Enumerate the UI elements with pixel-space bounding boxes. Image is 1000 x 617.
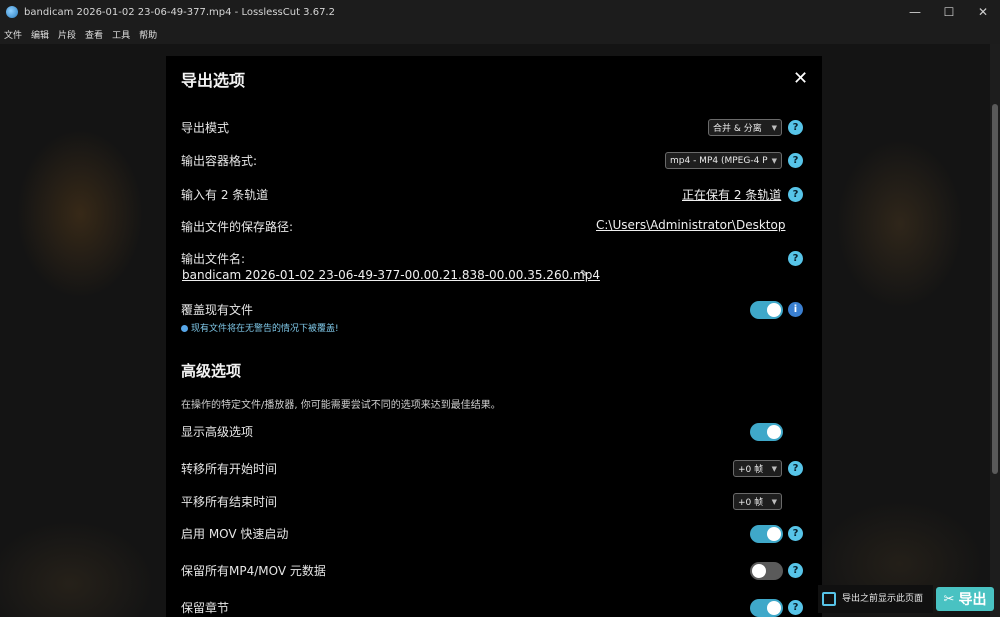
menu-edit[interactable]: 编辑: [31, 28, 49, 41]
filename-link[interactable]: bandicam 2026-01-02 23-06-49-377-00.00.2…: [182, 268, 600, 282]
toggle-knob: [767, 425, 781, 439]
show-before-export-toggle[interactable]: 导出之前显示此页面: [818, 585, 933, 613]
help-icon[interactable]: ?: [788, 563, 803, 578]
edit-icon[interactable]: ✎: [580, 269, 588, 280]
preserve-metadata-label: 保留所有MP4/MOV 元数据: [181, 564, 326, 578]
help-icon[interactable]: ?: [788, 187, 803, 202]
row-show-advanced: 显示高级选项: [181, 423, 806, 443]
menu-tools[interactable]: 工具: [112, 28, 130, 41]
toggle-knob: [767, 601, 781, 615]
info-icon[interactable]: i: [788, 302, 803, 317]
dialog-title: 导出选项: [181, 71, 246, 90]
shift-end-label: 平移所有结束时间: [181, 495, 278, 509]
chevron-down-icon: ▼: [771, 124, 777, 132]
overwrite-warning-text: 现有文件将在无警告的情况下被覆盖!: [191, 324, 339, 334]
row-mov-faststart: 启用 MOV 快速启动 ?: [181, 525, 806, 545]
container-format-label: 输出容器格式:: [181, 154, 258, 168]
shift-start-select[interactable]: +0 帧 ▼: [733, 460, 782, 477]
menu-bar: 文件 编辑 片段 查看 工具 帮助: [0, 24, 1000, 44]
row-preserve-chapters: 保留章节 ?: [181, 599, 806, 617]
preserve-chapters-toggle[interactable]: [750, 599, 783, 617]
scrollbar[interactable]: [990, 44, 1000, 617]
export-button[interactable]: ✂ 导出: [936, 587, 994, 611]
show-advanced-label: 显示高级选项: [181, 425, 254, 439]
help-icon[interactable]: ?: [788, 526, 803, 541]
row-shift-end: 平移所有结束时间 +0 帧 ▼: [181, 493, 806, 513]
toggle-knob: [752, 564, 766, 578]
advanced-options-description: 在操作的特定文件/播放器, 你可能需要尝试不同的选项来达到最佳结果。: [181, 400, 501, 411]
scrollbar-thumb[interactable]: [992, 104, 998, 474]
dialog-close-button[interactable]: ✕: [793, 68, 808, 89]
container-format-select[interactable]: mp4 - MP4 (MPEG-4 P ▼: [665, 152, 782, 169]
row-overwrite: 覆盖现有文件 i: [181, 301, 806, 321]
export-mode-value: 合并 & 分离: [713, 124, 762, 134]
show-advanced-toggle[interactable]: [750, 423, 783, 441]
menu-segments[interactable]: 片段: [58, 28, 76, 41]
toggle-knob: [767, 527, 781, 541]
toggle-knob: [767, 303, 781, 317]
calendar-icon: [822, 592, 836, 606]
shift-end-select[interactable]: +0 帧 ▼: [733, 493, 782, 510]
help-icon[interactable]: ?: [788, 153, 803, 168]
window-controls: — ☐ ✕: [898, 0, 1000, 24]
row-container-format: 输出容器格式: mp4 - MP4 (MPEG-4 P ▼ ?: [181, 152, 806, 172]
menu-view[interactable]: 查看: [85, 28, 103, 41]
overwrite-warning: 现有文件将在无警告的情况下被覆盖!: [181, 321, 339, 334]
export-button-label: 导出: [958, 592, 987, 608]
menu-file[interactable]: 文件: [4, 28, 22, 41]
overwrite-toggle[interactable]: [750, 301, 783, 319]
save-path-link[interactable]: C:\Users\Administrator\Desktop: [596, 218, 785, 232]
export-mode-select[interactable]: 合并 & 分离 ▼: [708, 119, 782, 136]
preserve-chapters-label: 保留章节: [181, 601, 230, 615]
chevron-down-icon: ▼: [771, 465, 777, 473]
row-export-mode: 导出模式 合并 & 分离 ▼ ?: [181, 119, 806, 139]
export-mode-label: 导出模式: [181, 121, 230, 135]
tracks-link[interactable]: 正在保有 2 条轨道: [682, 186, 781, 203]
container-format-value: mp4 - MP4 (MPEG-4 P: [670, 155, 768, 166]
filename-label: 输出文件名:: [181, 252, 246, 266]
export-options-dialog: 导出选项 ✕ 导出模式 合并 & 分离 ▼ ? 输出容器格式: mp4 - MP…: [166, 56, 822, 617]
minimize-button[interactable]: —: [898, 0, 932, 24]
chevron-down-icon: ▼: [771, 157, 777, 165]
help-icon[interactable]: ?: [788, 251, 803, 266]
row-tracks: 输入有 2 条轨道 正在保有 2 条轨道 ?: [181, 186, 806, 206]
shift-end-value: +0 帧: [738, 498, 764, 508]
app-icon: [6, 6, 18, 18]
window-title: bandicam 2026-01-02 23-06-49-377.mp4 - L…: [24, 6, 335, 18]
help-icon[interactable]: ?: [788, 600, 803, 615]
shift-start-label: 转移所有开始时间: [181, 462, 278, 476]
scissors-icon: ✂: [943, 591, 955, 607]
chevron-down-icon: ▼: [771, 498, 777, 506]
save-path-label: 输出文件的保存路径:: [181, 220, 294, 234]
title-bar: bandicam 2026-01-02 23-06-49-377.mp4 - L…: [0, 0, 1000, 24]
tracks-label: 输入有 2 条轨道: [181, 188, 269, 202]
mov-faststart-label: 启用 MOV 快速启动: [181, 527, 289, 541]
preserve-metadata-toggle[interactable]: [750, 562, 783, 580]
mov-faststart-toggle[interactable]: [750, 525, 783, 543]
advanced-options-title: 高级选项: [181, 362, 242, 380]
row-preserve-metadata: 保留所有MP4/MOV 元数据 ?: [181, 562, 806, 582]
show-before-export-label: 导出之前显示此页面: [842, 594, 924, 604]
shift-start-value: +0 帧: [738, 465, 764, 475]
info-dot-icon: [181, 325, 188, 332]
menu-help[interactable]: 帮助: [139, 28, 157, 41]
help-icon[interactable]: ?: [788, 461, 803, 476]
overwrite-label: 覆盖现有文件: [181, 303, 254, 317]
row-shift-start: 转移所有开始时间 +0 帧 ▼ ?: [181, 460, 806, 480]
row-save-path: 输出文件的保存路径: C:\Users\Administrator\Deskto…: [181, 218, 806, 238]
window-close-button[interactable]: ✕: [966, 0, 1000, 24]
maximize-button[interactable]: ☐: [932, 0, 966, 24]
row-filename: 输出文件名: ? bandicam 2026-01-02 23-06-49-37…: [181, 250, 806, 286]
help-icon[interactable]: ?: [788, 120, 803, 135]
